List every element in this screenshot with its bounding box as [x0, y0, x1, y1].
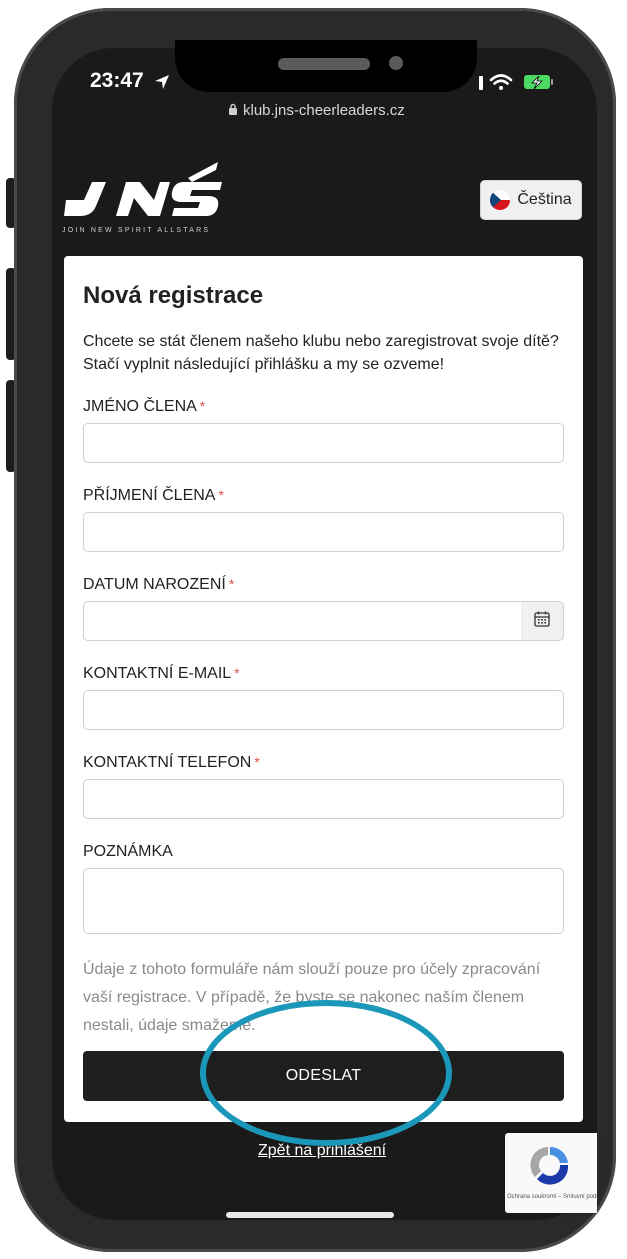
language-label: Čeština: [517, 191, 572, 208]
lock-icon: [228, 102, 238, 119]
required-marker: *: [234, 665, 240, 681]
logo-tagline: JOIN NEW SPIRIT ALLSTARS: [62, 227, 211, 234]
recaptcha-text: Ochrana soukromí – Smluvní podmínky: [507, 1194, 597, 1200]
calendar-button[interactable]: [521, 601, 564, 641]
last-name-input[interactable]: [83, 512, 564, 552]
email-label: KONTAKTNÍ E-MAIL *: [83, 665, 240, 683]
address-bar[interactable]: klub.jns-cheerleaders.cz: [228, 102, 405, 119]
phone-label: KONTAKTNÍ TELEFON *: [83, 754, 260, 772]
jns-logo[interactable]: [62, 160, 222, 231]
phone-camera: [389, 56, 403, 70]
registration-card: Nová registrace Chcete se stát členem na…: [64, 256, 583, 1122]
home-indicator: [226, 1212, 394, 1218]
required-marker: *: [199, 398, 206, 414]
required-marker: *: [254, 754, 260, 770]
birth-date-label: DATUM NAROZENÍ *: [83, 576, 234, 594]
language-selector[interactable]: Čeština: [480, 180, 582, 220]
recaptcha-logo-icon: [527, 1143, 573, 1192]
first-name-label-text: JMÉNO ČLENA: [83, 398, 197, 415]
czech-flag-icon: [490, 190, 511, 210]
location-arrow-icon: [154, 74, 170, 95]
wifi-icon: [489, 74, 513, 90]
email-input[interactable]: [83, 690, 564, 730]
url-text: klub.jns-cheerleaders.cz: [243, 102, 405, 119]
birth-date-input[interactable]: [83, 601, 522, 641]
last-name-label-text: PŘÍJMENÍ ČLENA: [83, 487, 216, 504]
first-name-input[interactable]: [83, 423, 564, 463]
birth-date-label-text: DATUM NAROZENÍ: [83, 576, 226, 593]
phone-label-text: KONTAKTNÍ TELEFON: [83, 754, 252, 771]
phone-input[interactable]: [83, 779, 564, 819]
note-label: POZNÁMKA: [83, 843, 173, 861]
phone-speaker: [278, 58, 370, 70]
required-marker: *: [218, 487, 224, 503]
last-name-label: PŘÍJMENÍ ČLENA *: [83, 487, 224, 505]
recaptcha-badge[interactable]: Ochrana soukromí – Smluvní podmínky: [505, 1133, 597, 1213]
note-label-text: POZNÁMKA: [83, 843, 173, 860]
note-textarea[interactable]: [83, 868, 564, 934]
battery-charging-icon: [524, 75, 553, 90]
email-label-text: KONTAKTNÍ E-MAIL: [83, 665, 232, 682]
status-time: 23:47: [90, 69, 144, 92]
page-title: Nová registrace: [83, 282, 264, 309]
intro-text: Chcete se stát členem našeho klubu nebo …: [83, 333, 559, 373]
status-icons: [477, 71, 567, 98]
signal-icon: [479, 76, 483, 90]
first-name-label: JMÉNO ČLENA *: [83, 398, 205, 416]
required-marker: *: [228, 576, 235, 592]
highlight-circle: [200, 1000, 452, 1146]
calendar-icon: [533, 610, 551, 633]
birth-date-group: [83, 601, 564, 641]
